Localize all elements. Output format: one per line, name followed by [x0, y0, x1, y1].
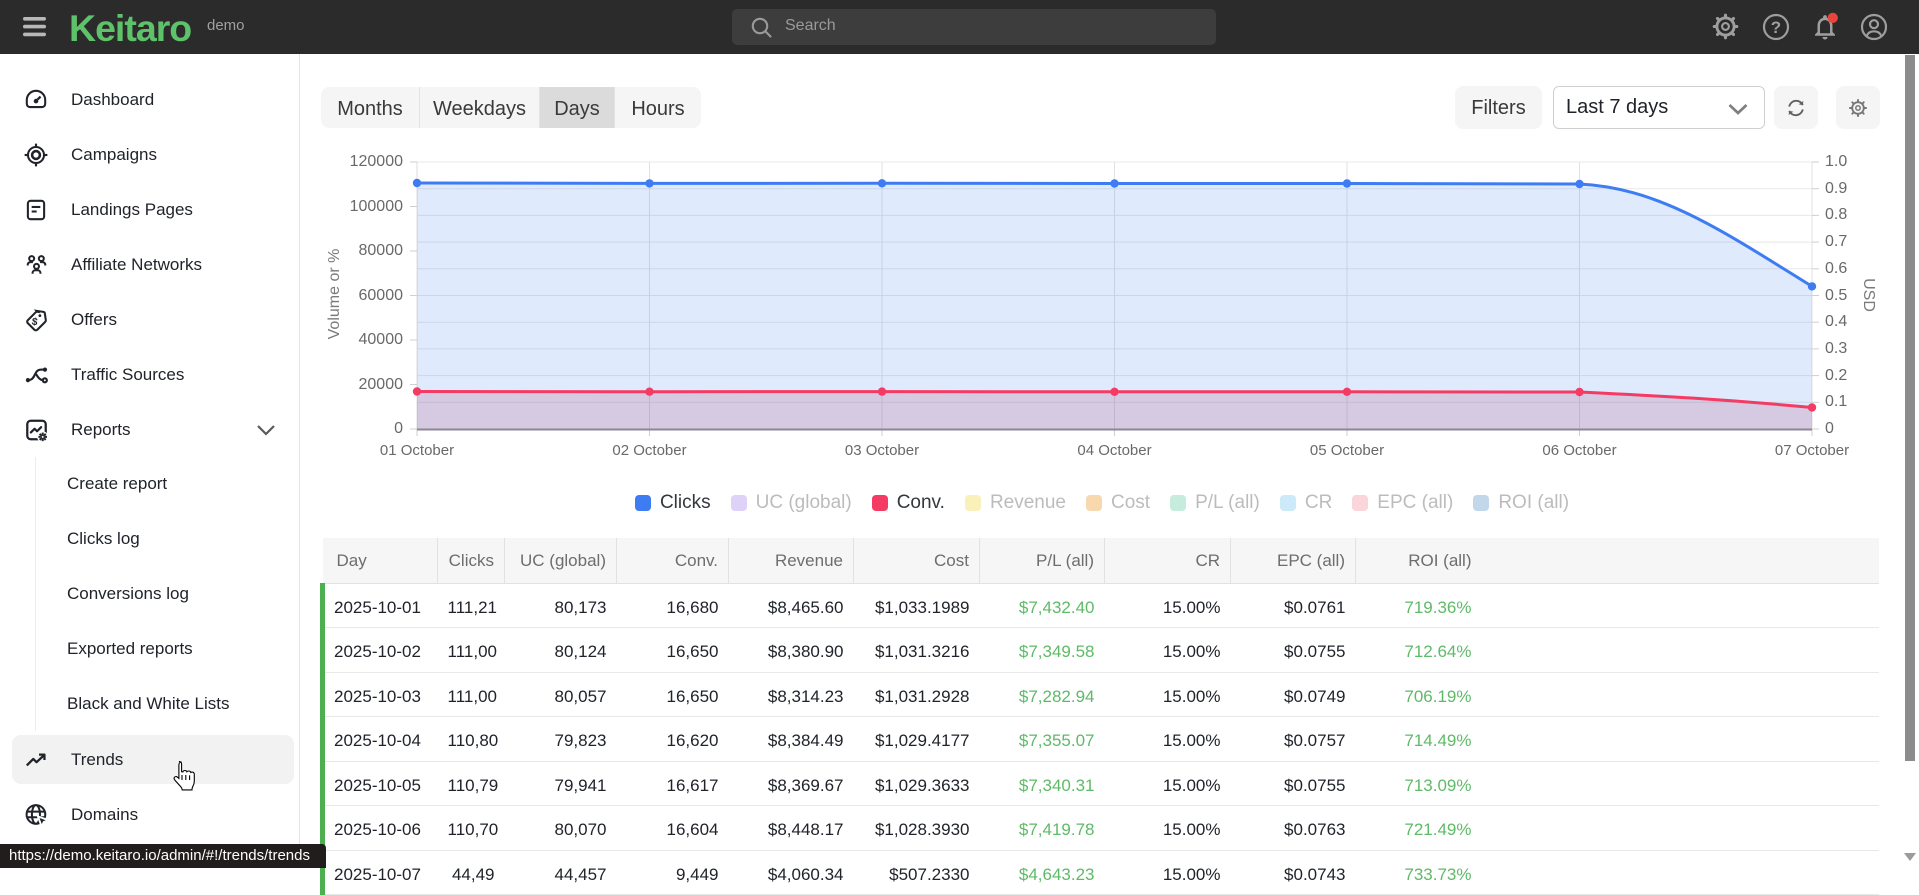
svg-text:$: $ [31, 316, 38, 328]
svg-text:?: ? [1771, 18, 1781, 37]
